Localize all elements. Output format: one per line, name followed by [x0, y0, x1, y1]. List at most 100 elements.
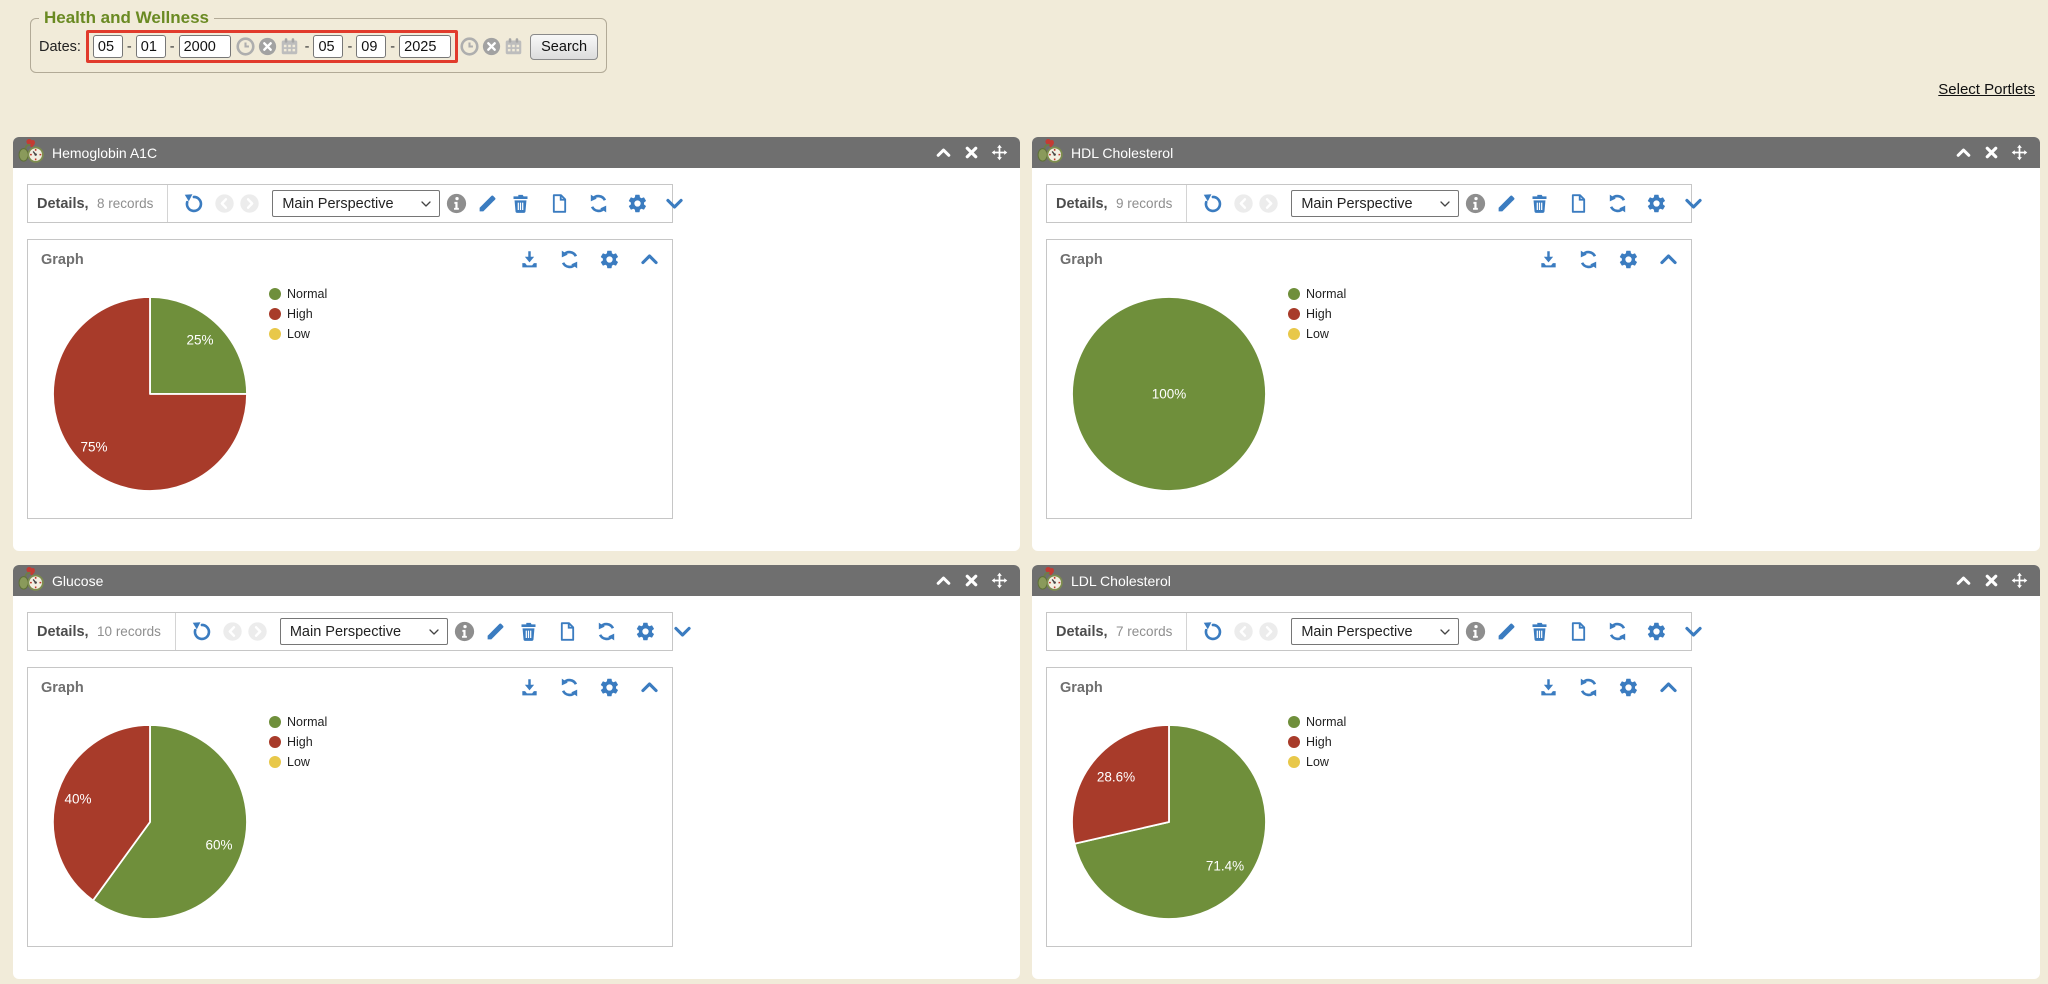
portlet-header[interactable]: Glucose	[13, 565, 1020, 596]
collapse-details-icon[interactable]	[1683, 621, 1704, 642]
download-icon[interactable]	[1538, 249, 1559, 270]
move-portlet-icon[interactable]	[991, 572, 1008, 589]
refresh-icon[interactable]	[596, 621, 617, 642]
settings-icon[interactable]	[1618, 677, 1639, 698]
delete-icon[interactable]	[1529, 193, 1550, 214]
from-day-input[interactable]	[136, 35, 166, 58]
clock-icon[interactable]	[236, 37, 255, 56]
perspective-select[interactable]: Main Perspective	[272, 190, 440, 217]
download-icon[interactable]	[1538, 677, 1559, 698]
portlet-header[interactable]: HDL Cholesterol	[1032, 137, 2040, 168]
perspective-select[interactable]: Main Perspective	[1291, 190, 1459, 217]
perspective-value: Main Perspective	[1301, 196, 1412, 212]
document-icon[interactable]	[1568, 621, 1589, 642]
next-icon[interactable]	[247, 621, 268, 642]
delete-icon[interactable]	[510, 193, 531, 214]
collapse-details-icon[interactable]	[1683, 193, 1704, 214]
chevron-down-icon	[428, 626, 440, 638]
close-portlet-icon[interactable]	[1983, 144, 2000, 161]
document-icon[interactable]	[557, 621, 578, 642]
next-icon[interactable]	[239, 193, 260, 214]
undo-icon[interactable]	[1202, 621, 1223, 642]
move-portlet-icon[interactable]	[2011, 144, 2028, 161]
clock-icon[interactable]	[460, 37, 479, 56]
search-button[interactable]: Search	[530, 34, 598, 60]
collapse-details-icon[interactable]	[664, 193, 685, 214]
perspective-select[interactable]: Main Perspective	[280, 618, 448, 645]
perspective-select[interactable]: Main Perspective	[1291, 618, 1459, 645]
portlet-header[interactable]: LDL Cholesterol	[1032, 565, 2040, 596]
pie-chart[interactable]: 100%	[1069, 294, 1269, 494]
prev-icon[interactable]	[1233, 621, 1254, 642]
settings-icon[interactable]	[1646, 621, 1667, 642]
move-portlet-icon[interactable]	[2011, 572, 2028, 589]
select-portlets-link[interactable]: Select Portlets	[1938, 81, 2035, 98]
calendar-icon[interactable]	[280, 37, 299, 56]
info-icon[interactable]	[1465, 193, 1486, 214]
document-icon[interactable]	[549, 193, 570, 214]
undo-icon[interactable]	[183, 193, 204, 214]
chart-legend: Normal High Low	[1288, 284, 1346, 344]
undo-icon[interactable]	[191, 621, 212, 642]
info-icon[interactable]	[1465, 621, 1486, 642]
collapse-portlet-icon[interactable]	[935, 144, 952, 161]
settings-icon[interactable]	[1646, 193, 1667, 214]
refresh-icon[interactable]	[1607, 621, 1628, 642]
to-day-input[interactable]	[356, 35, 386, 58]
settings-icon[interactable]	[635, 621, 656, 642]
close-portlet-icon[interactable]	[963, 572, 980, 589]
to-month-input[interactable]	[313, 35, 343, 58]
settings-icon[interactable]	[599, 249, 620, 270]
record-count: 7 records	[1116, 624, 1172, 639]
edit-icon[interactable]	[485, 621, 506, 642]
collapse-graph-icon[interactable]	[639, 677, 660, 698]
refresh-icon[interactable]	[1578, 249, 1599, 270]
delete-icon[interactable]	[518, 621, 539, 642]
collapse-graph-icon[interactable]	[1658, 677, 1679, 698]
prev-icon[interactable]	[1233, 193, 1254, 214]
refresh-icon[interactable]	[588, 193, 609, 214]
edit-icon[interactable]	[1496, 193, 1517, 214]
calendar-icon[interactable]	[504, 37, 523, 56]
from-month-input[interactable]	[93, 35, 123, 58]
refresh-icon[interactable]	[1578, 677, 1599, 698]
prev-icon[interactable]	[214, 193, 235, 214]
delete-icon[interactable]	[1529, 621, 1550, 642]
undo-icon[interactable]	[1202, 193, 1223, 214]
edit-icon[interactable]	[477, 193, 498, 214]
refresh-icon[interactable]	[1607, 193, 1628, 214]
pie-chart[interactable]: 60%40%	[50, 722, 250, 922]
refresh-icon[interactable]	[559, 677, 580, 698]
pie-chart[interactable]: 25%75%	[50, 294, 250, 494]
perspective-value: Main Perspective	[290, 624, 401, 640]
clear-date-icon[interactable]	[482, 37, 501, 56]
portlet-header[interactable]: Hemoglobin A1C	[13, 137, 1020, 168]
collapse-portlet-icon[interactable]	[1955, 144, 1972, 161]
settings-icon[interactable]	[599, 677, 620, 698]
collapse-portlet-icon[interactable]	[935, 572, 952, 589]
download-icon[interactable]	[519, 677, 540, 698]
settings-icon[interactable]	[627, 193, 648, 214]
prev-icon[interactable]	[222, 621, 243, 642]
from-year-input[interactable]	[179, 35, 231, 58]
next-icon[interactable]	[1258, 193, 1279, 214]
download-icon[interactable]	[519, 249, 540, 270]
collapse-details-icon[interactable]	[672, 621, 693, 642]
close-portlet-icon[interactable]	[1983, 572, 2000, 589]
to-year-input[interactable]	[399, 35, 451, 58]
edit-icon[interactable]	[1496, 621, 1517, 642]
settings-icon[interactable]	[1618, 249, 1639, 270]
collapse-graph-icon[interactable]	[1658, 249, 1679, 270]
close-portlet-icon[interactable]	[963, 144, 980, 161]
move-portlet-icon[interactable]	[991, 144, 1008, 161]
info-icon[interactable]	[454, 621, 475, 642]
collapse-portlet-icon[interactable]	[1955, 572, 1972, 589]
clear-date-icon[interactable]	[258, 37, 277, 56]
refresh-icon[interactable]	[559, 249, 580, 270]
document-icon[interactable]	[1568, 193, 1589, 214]
next-icon[interactable]	[1258, 621, 1279, 642]
toolbar-divider	[1186, 613, 1187, 650]
pie-chart[interactable]: 71.4%28.6%	[1069, 722, 1269, 922]
collapse-graph-icon[interactable]	[639, 249, 660, 270]
info-icon[interactable]	[446, 193, 467, 214]
